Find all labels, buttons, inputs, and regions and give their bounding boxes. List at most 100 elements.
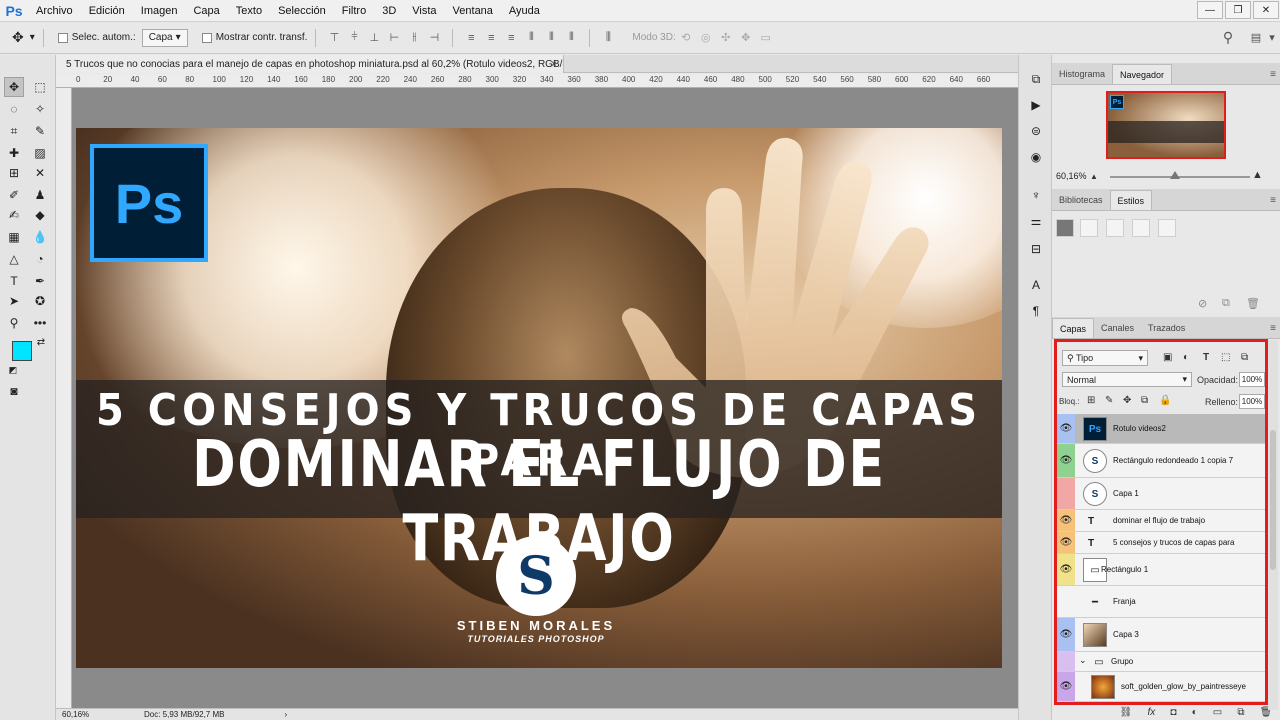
align-left-icon[interactable]: ⊢	[387, 31, 401, 45]
distribute-top-icon[interactable]: ≡	[464, 31, 478, 45]
menu-filtro[interactable]: Filtro	[334, 5, 374, 17]
lock-transparency-icon[interactable]: ⊞	[1087, 395, 1095, 406]
status-zoom[interactable]: 60,16%	[56, 710, 116, 719]
adjustments-icon[interactable]: ⊜	[1026, 121, 1046, 141]
filter-shape-icon[interactable]: ⬚	[1221, 352, 1230, 363]
quick-mask-icon[interactable]: ◙	[4, 381, 24, 401]
menu-seleccion[interactable]: Selección	[270, 5, 334, 17]
history-brush-icon[interactable]: ✍	[4, 205, 24, 225]
layer-row[interactable]: 👁 T 5 consejos y trucos de capas para	[1057, 532, 1265, 554]
rotate-3d-icon[interactable]: ⟲	[679, 31, 693, 45]
tab-estilos[interactable]: Estilos	[1109, 190, 1153, 210]
dodge-tool-icon[interactable]: ◔	[30, 249, 50, 269]
menu-edicion[interactable]: Edición	[81, 5, 133, 17]
sharpen-tool-icon[interactable]: △	[4, 249, 24, 269]
layer-row[interactable]: ▭ ⌄ Grupo	[1057, 652, 1265, 672]
brush-panel-icon[interactable]: ♆	[1026, 185, 1046, 205]
zoom-in-icon[interactable]: ▲	[1252, 169, 1263, 181]
eye-icon[interactable]: 👁	[1057, 554, 1075, 585]
distribute-bottom-icon[interactable]: ≡	[504, 31, 518, 45]
shape-tool-icon[interactable]: ✪	[30, 291, 50, 311]
opacity-input[interactable]: 100%	[1239, 372, 1265, 387]
auto-select-checkbox[interactable]: Selec. autom.:	[57, 32, 136, 43]
foreground-color-swatch[interactable]	[12, 341, 32, 361]
tab-trazados[interactable]: Trazados	[1141, 318, 1192, 338]
eye-icon[interactable]	[1057, 478, 1075, 509]
more-tools-icon[interactable]: •••	[30, 313, 50, 333]
patch-icon[interactable]: ✕	[30, 163, 50, 183]
blend-mode-dropdown[interactable]: Normal ▾	[1062, 372, 1192, 387]
restore-button[interactable]: ❐	[1225, 1, 1251, 19]
eye-icon[interactable]	[1057, 652, 1075, 671]
zoom-out-icon[interactable]: ▲	[1090, 172, 1098, 181]
zoom-tool-icon[interactable]: ⚲	[4, 313, 24, 333]
eye-icon[interactable]: 👁	[1057, 414, 1075, 443]
layer-row[interactable]: 👁 soft_golden_glow_by_paintresseye	[1057, 672, 1265, 702]
marquee-tool-icon[interactable]: ⬚	[30, 77, 50, 97]
tab-canales[interactable]: Canales	[1094, 318, 1141, 338]
layer-row[interactable]: 👁 Capa 3	[1057, 618, 1265, 652]
canvas-workarea[interactable]: Ps 5 CONSEJOS Y TRUCOS DE CAPAS PARA DOM…	[72, 88, 1018, 708]
swap-colors-icon[interactable]: ⇄	[34, 335, 48, 349]
magic-wand-icon[interactable]: ✧	[30, 99, 50, 119]
menu-vista[interactable]: Vista	[404, 5, 444, 17]
type-tool-icon[interactable]: T	[4, 271, 24, 291]
distribute-right-icon[interactable]: ⦀	[564, 31, 578, 45]
tab-navegador[interactable]: Navegador	[1112, 64, 1173, 84]
layer-row[interactable]: 👁 S Rectángulo redondeado 1 copia 7	[1057, 444, 1265, 478]
layer-row[interactable]: 👁 Tdominar el flujo de trabajo	[1057, 510, 1265, 532]
show-transform-checkbox[interactable]: Mostrar contr. transf.	[201, 32, 307, 43]
layers-scrollbar-thumb[interactable]	[1270, 430, 1276, 570]
blur-tool-icon[interactable]: 💧	[30, 227, 50, 247]
tool-preset-chevron-icon[interactable]: ▾	[30, 32, 35, 43]
distribute-left-icon[interactable]: ⦀	[524, 31, 538, 45]
clone-source-icon[interactable]: ⊟	[1026, 239, 1046, 259]
menu-archivo[interactable]: Archivo	[28, 5, 81, 17]
slide-3d-icon[interactable]: ✥	[739, 31, 753, 45]
content-aware-icon[interactable]: ⊞	[4, 163, 24, 183]
filter-adjustment-icon[interactable]: ◐	[1183, 352, 1189, 363]
lock-artboard-icon[interactable]: ⧉	[1141, 395, 1148, 406]
style-swatch[interactable]	[1080, 219, 1098, 237]
lasso-tool-icon[interactable]: ◌	[4, 99, 24, 119]
path-select-icon[interactable]: ➤	[4, 291, 24, 311]
paragraph-panel-icon[interactable]: ¶	[1026, 301, 1046, 321]
roll-3d-icon[interactable]: ◎	[699, 31, 713, 45]
menu-texto[interactable]: Texto	[228, 5, 270, 17]
eye-icon[interactable]: 👁	[1057, 618, 1075, 651]
tab-capas[interactable]: Capas	[1052, 318, 1095, 338]
status-arrow-icon[interactable]: ›	[284, 710, 287, 719]
filter-smart-object-icon[interactable]: ⧉	[1241, 352, 1248, 363]
distribute-vcenter-icon[interactable]: ≡	[484, 31, 498, 45]
menu-3d[interactable]: 3D	[374, 5, 404, 17]
eyedropper-icon[interactable]: ✎	[30, 121, 50, 141]
chevron-down-icon[interactable]: ⌄	[1079, 655, 1087, 666]
layer-filter-dropdown[interactable]: ⚲ Tipo ▾	[1062, 350, 1148, 366]
eye-icon[interactable]: 👁	[1057, 672, 1075, 701]
layer-style-icon[interactable]: fx	[1147, 707, 1155, 718]
actions-play-icon[interactable]: ▶	[1026, 95, 1046, 115]
zoom-slider-handle[interactable]	[1170, 171, 1180, 179]
distribute-hcenter-icon[interactable]: ⦀	[544, 31, 558, 45]
tab-bibliotecas[interactable]: Bibliotecas	[1052, 190, 1110, 210]
panel-menu-icon[interactable]: ≡	[1270, 323, 1276, 334]
link-layers-icon[interactable]: ⛓	[1120, 707, 1133, 718]
new-adjustment-icon[interactable]: ◐	[1192, 707, 1198, 718]
layer-row[interactable]: S Capa 1	[1057, 478, 1265, 510]
eye-icon[interactable]: 👁	[1057, 510, 1075, 531]
bandaid-icon[interactable]: ▨	[30, 143, 50, 163]
fill-input[interactable]: 100%	[1239, 394, 1265, 409]
close-button[interactable]: ✕	[1253, 1, 1279, 19]
zoom-slider[interactable]	[1110, 176, 1250, 178]
panel-menu-icon[interactable]: ≡	[1270, 69, 1276, 80]
navigator-zoom[interactable]: 60,16%	[1056, 171, 1087, 181]
clear-style-icon[interactable]: ⊘	[1198, 297, 1207, 310]
delete-style-icon[interactable]: 🗑	[1246, 297, 1260, 310]
move-tool-icon[interactable]: ✥	[12, 29, 24, 46]
menu-ventana[interactable]: Ventana	[445, 5, 501, 17]
auto-select-dropdown[interactable]: Capa ▾	[141, 28, 188, 47]
auto-align-icon[interactable]: ⫼	[601, 31, 615, 45]
align-vcenter-icon[interactable]: ⫩	[347, 31, 361, 45]
workspace-icon[interactable]: ▤	[1249, 31, 1263, 45]
align-top-icon[interactable]: ⊤	[327, 31, 341, 45]
